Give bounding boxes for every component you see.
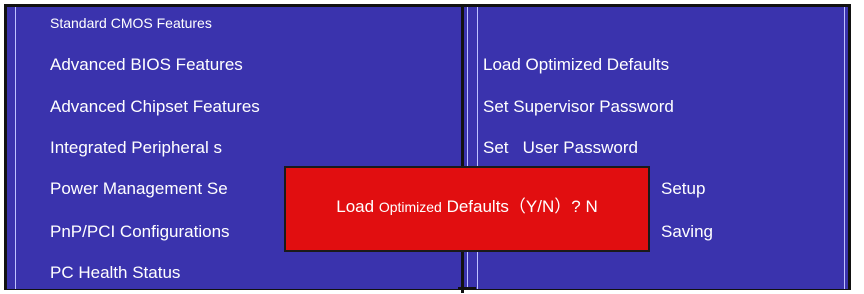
menu-item-set-supervisor-password[interactable]: Set Supervisor Password bbox=[483, 97, 674, 117]
menu-item-power-management[interactable]: Power Management Se bbox=[50, 179, 228, 199]
menu-item-integrated-peripherals[interactable]: Integrated Peripheral s bbox=[50, 138, 222, 158]
inner-frame-right-line bbox=[844, 7, 845, 289]
confirm-dialog[interactable]: Load Optimized Defaults（Y/N）? N bbox=[284, 166, 650, 252]
menu-item-pc-health[interactable]: PC Health Status bbox=[50, 263, 180, 283]
menu-item-load-optimized-defaults[interactable]: Load Optimized Defaults bbox=[483, 55, 669, 75]
menu-item-save-exit-setup[interactable]: Setup bbox=[661, 179, 705, 199]
dialog-word-load: Load bbox=[336, 196, 379, 216]
inner-frame-left-line bbox=[15, 7, 16, 289]
dialog-word-defaults: Defaults（Y/N）? N bbox=[441, 196, 598, 216]
divider-tail bbox=[458, 287, 476, 290]
dialog-message: Load Optimized Defaults（Y/N）? N bbox=[336, 192, 597, 217]
bios-setup-screen: Standard CMOS Features Advanced BIOS Fea… bbox=[0, 0, 864, 294]
menu-item-pnp-pci[interactable]: PnP/PCI Configurations bbox=[50, 222, 230, 242]
menu-item-set-user-password[interactable]: Set User Password bbox=[483, 138, 638, 158]
menu-item-exit-without-saving[interactable]: Saving bbox=[661, 222, 713, 242]
menu-item-standard-cmos[interactable]: Standard CMOS Features bbox=[50, 15, 212, 31]
menu-item-advanced-bios[interactable]: Advanced BIOS Features bbox=[50, 55, 243, 75]
menu-item-advanced-chipset[interactable]: Advanced Chipset Features bbox=[50, 97, 260, 117]
dialog-word-optimized: Optimized bbox=[378, 198, 442, 215]
